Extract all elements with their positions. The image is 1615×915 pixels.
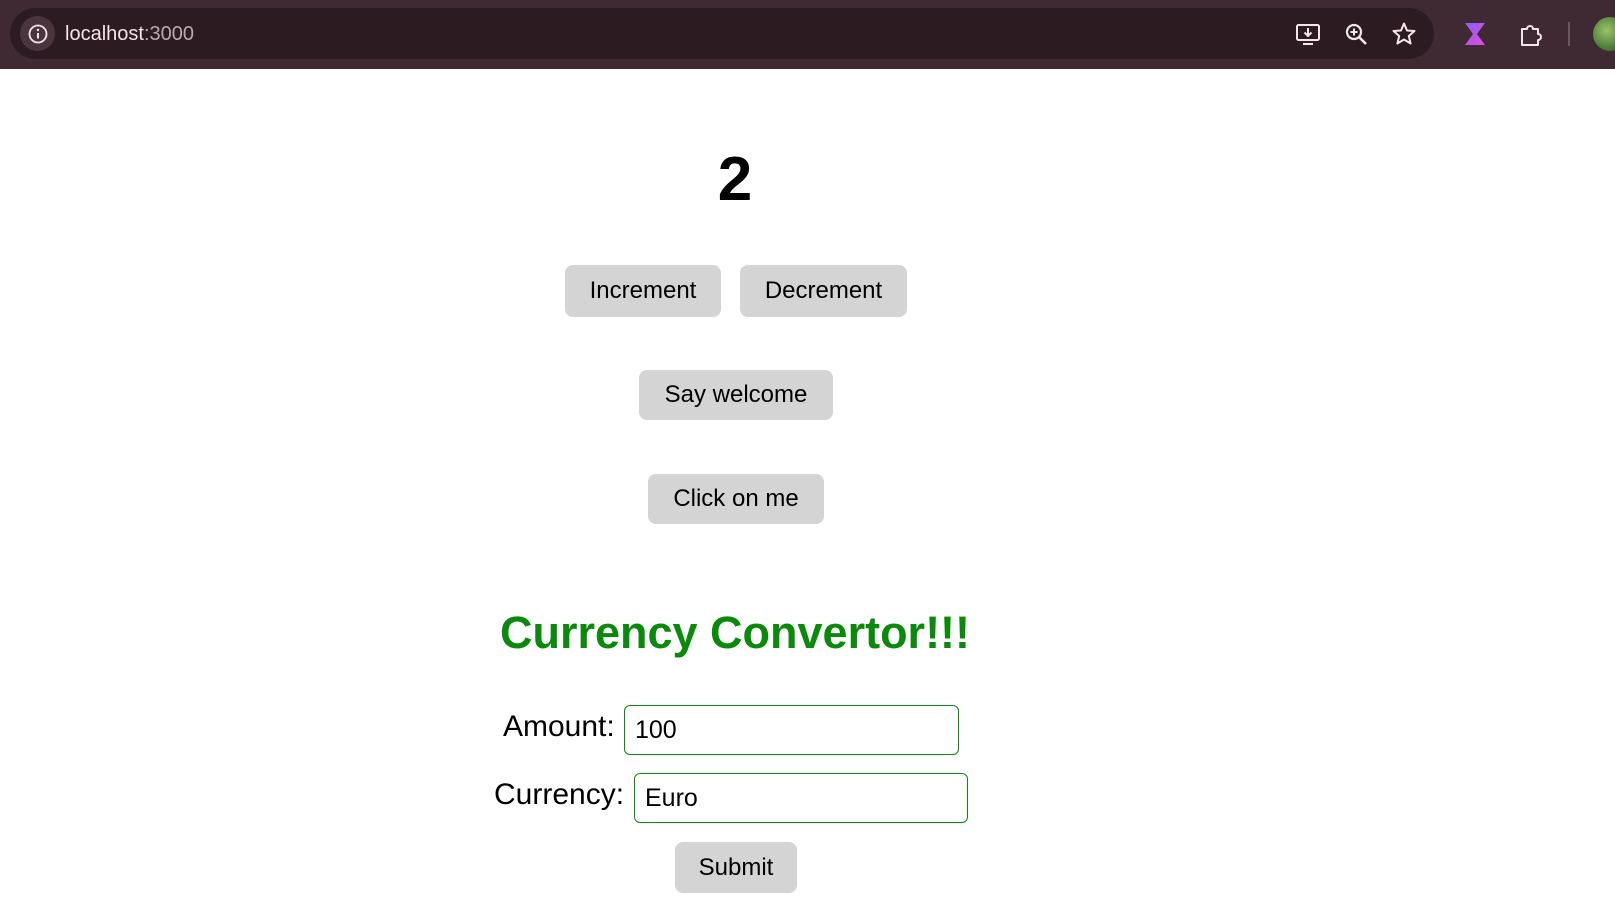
info-icon	[28, 24, 47, 43]
bookmark-star-icon	[1392, 22, 1416, 45]
install-app-icon	[1296, 24, 1320, 45]
toolbar-divider	[1568, 22, 1570, 46]
currency-input[interactable]	[634, 773, 968, 823]
counter-value: 2	[717, 145, 753, 214]
site-info-button[interactable]	[20, 16, 55, 51]
click-on-me-button[interactable]: Click on me	[648, 474, 824, 524]
extensions-menu-button[interactable]	[1513, 17, 1547, 51]
decrement-button[interactable]: Decrement	[740, 265, 907, 317]
address-bar[interactable]: localhost:3000	[10, 8, 1434, 59]
submit-button[interactable]: Submit	[675, 842, 797, 893]
install-app-button[interactable]	[1294, 20, 1322, 48]
url-text[interactable]: localhost:3000	[65, 22, 194, 46]
increment-button[interactable]: Increment	[565, 265, 721, 317]
currency-converter-title: Currency Convertor!!!	[499, 607, 971, 658]
amount-input[interactable]	[624, 705, 959, 755]
zoom-icon	[1345, 23, 1367, 45]
page-content: 2 Increment Decrement Say welcome Click …	[0, 69, 1615, 915]
url-host: localhost	[65, 23, 144, 45]
amount-label: Amount:	[503, 710, 615, 743]
browser-toolbar: localhost:3000	[0, 0, 1615, 69]
zoom-button[interactable]	[1342, 20, 1370, 48]
extension-hourglass-icon	[1465, 23, 1485, 45]
url-port: :3000	[143, 23, 194, 45]
say-welcome-button[interactable]: Say welcome	[639, 370, 833, 420]
bookmark-button[interactable]	[1390, 20, 1418, 48]
profile-avatar[interactable]	[1593, 17, 1615, 51]
extension-button[interactable]	[1458, 17, 1492, 51]
extensions-puzzle-icon	[1521, 25, 1542, 46]
currency-label: Currency:	[494, 778, 625, 811]
